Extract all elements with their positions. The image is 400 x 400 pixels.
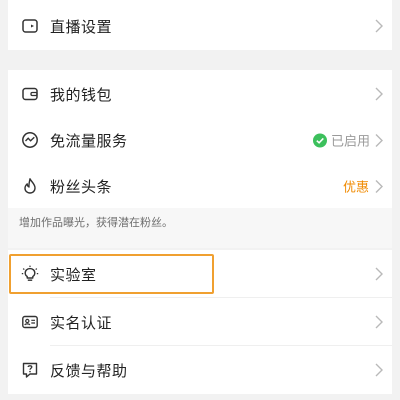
live-settings-label: 直播设置 — [50, 17, 113, 36]
row-fan-headlines[interactable]: 粉丝头条 优惠 — [8, 162, 392, 210]
verification-label: 实名认证 — [50, 313, 113, 332]
row-verification-right — [374, 315, 384, 329]
wallet-icon — [21, 85, 39, 103]
free-data-label: 免流量服务 — [50, 131, 128, 150]
lightbulb-icon — [21, 265, 39, 283]
settings-screen: 直播设置 我的钱包 免流量服务 已启用 粉丝头条 优惠 增加作品曝光，获得潜在粉… — [0, 0, 400, 400]
row-live-settings[interactable]: 直播设置 — [8, 2, 392, 50]
row-fan-headlines-right: 优惠 — [343, 177, 384, 196]
group-live: 直播设置 — [8, 0, 392, 50]
row-wallet-right — [374, 87, 384, 101]
chevron-right-icon — [375, 179, 383, 193]
row-lab[interactable]: 实验室 — [8, 250, 392, 298]
help-chat-icon — [21, 361, 39, 379]
row-lab-right — [374, 267, 384, 281]
group-more: 实验室 实名认证 反馈与帮助 — [8, 250, 392, 394]
wallet-label: 我的钱包 — [50, 85, 113, 104]
chevron-right-icon — [375, 267, 383, 281]
lab-label: 实验室 — [50, 265, 97, 284]
trend-circle-icon — [21, 131, 39, 149]
fan-headlines-label: 粉丝头条 — [50, 177, 113, 196]
row-feedback[interactable]: 反馈与帮助 — [8, 346, 392, 394]
row-free-data-right: 已启用 — [312, 131, 384, 150]
chevron-right-icon — [375, 19, 383, 33]
group-services: 我的钱包 免流量服务 已启用 粉丝头条 优惠 — [8, 70, 392, 210]
fan-headlines-hint: 增加作品曝光，获得潜在粉丝。 — [8, 208, 392, 248]
status-text: 已启用 — [330, 134, 370, 150]
video-camera-icon — [21, 17, 39, 35]
row-live-settings-right — [374, 19, 384, 33]
row-feedback-right — [374, 363, 384, 377]
flame-icon — [21, 177, 39, 195]
row-verification[interactable]: 实名认证 — [8, 298, 392, 346]
chevron-right-icon — [375, 315, 383, 329]
check-circle-icon — [312, 133, 327, 147]
feedback-label: 反馈与帮助 — [50, 361, 128, 380]
promo-badge: 优惠 — [342, 180, 369, 196]
row-free-data[interactable]: 免流量服务 已启用 — [8, 116, 392, 164]
status-badge: 已启用 — [312, 131, 370, 150]
chevron-right-icon — [375, 87, 383, 101]
id-card-icon — [21, 313, 39, 331]
chevron-right-icon — [375, 133, 383, 147]
row-wallet[interactable]: 我的钱包 — [8, 70, 392, 118]
chevron-right-icon — [375, 363, 383, 377]
